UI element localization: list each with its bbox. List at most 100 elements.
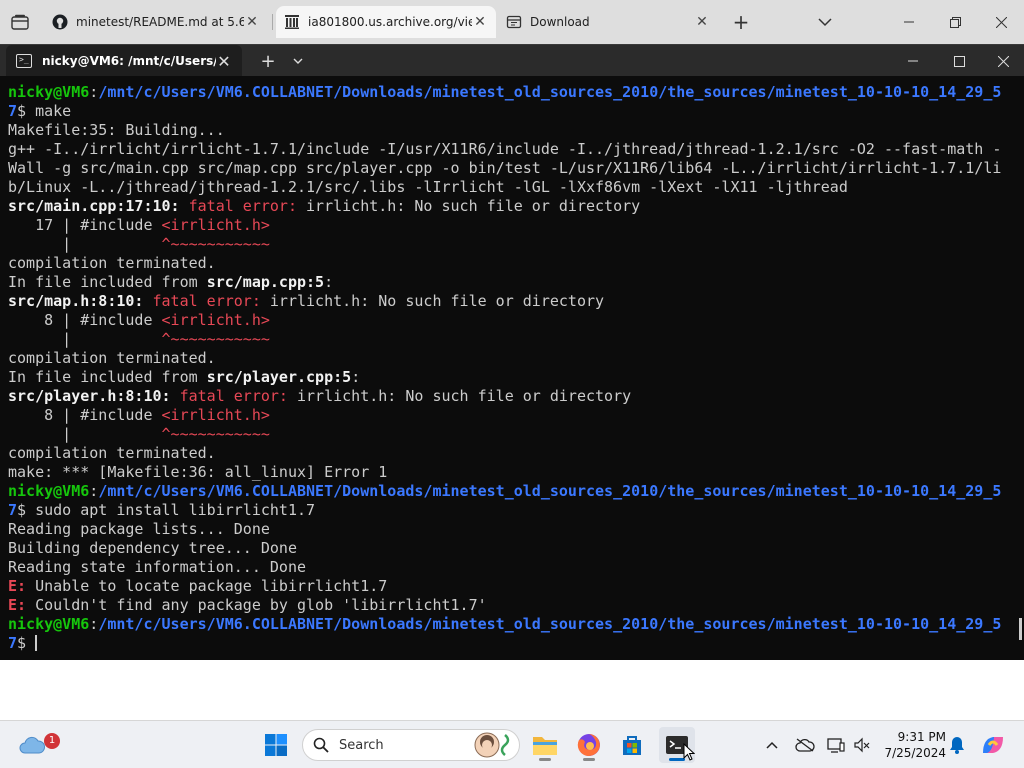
terminal-text-segment: Unable to locate package libirrlicht1.7	[35, 577, 388, 595]
firefox-button[interactable]	[571, 727, 607, 763]
download-page-icon	[506, 14, 522, 30]
terminal-tab-title: nicky@VM6: /mnt/c/Users/VM	[42, 54, 216, 68]
mouse-cursor-icon	[683, 743, 695, 761]
terminal-text-segment: src/main.cpp:17:10:	[8, 197, 189, 215]
close-icon	[995, 16, 1007, 28]
show-hidden-icons-button[interactable]	[760, 733, 784, 757]
close-icon[interactable]: ✕	[244, 14, 260, 30]
terminal-text-segment: ^~~~~~~~~~~~	[161, 330, 270, 348]
copilot-button[interactable]	[978, 730, 1008, 760]
close-icon[interactable]: ✕	[694, 14, 710, 30]
terminal-line: In file included from src/player.cpp:5:	[8, 368, 1008, 387]
network-status[interactable]	[824, 733, 848, 757]
terminal-line: | ^~~~~~~~~~~~	[8, 235, 1008, 254]
terminal-text-segment: ^~~~~~~~~~~~	[161, 425, 270, 443]
text-cursor	[35, 635, 38, 651]
chevron-down-icon	[293, 58, 303, 64]
terminal-text-segment: g++ -I../irrlicht/irrlicht-1.7.1/include…	[8, 140, 1002, 158]
terminal-line: compilation terminated.	[8, 349, 1008, 368]
terminal-text-segment: <irrlicht.h>	[161, 406, 270, 424]
terminal-text-segment: 7	[8, 102, 18, 120]
terminal-text-segment: irrlicht.h: No such file or directory	[306, 197, 641, 215]
terminal-text-segment: src/map.cpp:5	[206, 273, 325, 291]
terminal-text-segment: 7	[8, 634, 18, 652]
onedrive-status[interactable]	[793, 733, 817, 757]
terminal-text-segment: 8 | #include	[8, 406, 162, 424]
desktop-background	[0, 660, 1024, 720]
scrollbar-thumb[interactable]	[1019, 618, 1022, 640]
file-explorer-button[interactable]	[527, 727, 563, 763]
terminal-text-segment: nicky@VM6	[8, 83, 90, 101]
terminal-close-button[interactable]	[980, 45, 1024, 77]
taskbar: 1 Search 9:31 PM 7/25/2024	[0, 720, 1024, 768]
terminal-line: src/player.h:8:10: fatal error: irrlicht…	[8, 387, 1008, 406]
terminal-line: b/Linux -L../jthread/jthread-1.2.1/src/.…	[8, 178, 1008, 197]
terminal-maximize-button[interactable]	[936, 45, 982, 77]
terminal-text-segment: :	[89, 83, 99, 101]
microsoft-store-button[interactable]	[614, 727, 650, 763]
browser-tab-archive[interactable]: ia801800.us.archive.org/view_a ✕	[276, 6, 496, 38]
terminal-line: nicky@VM6:/mnt/c/Users/VM6.COLLABNET/Dow…	[8, 482, 1008, 501]
terminal-text-segment: nicky@VM6	[8, 482, 90, 500]
terminal-line: | ^~~~~~~~~~~~	[8, 425, 1008, 444]
taskbar-search-box[interactable]: Search	[302, 729, 520, 761]
terminal-button[interactable]	[659, 727, 695, 763]
terminal-tab[interactable]: >_ nicky@VM6: /mnt/c/Users/VM ✕	[6, 45, 242, 77]
terminal-text-segment: compilation terminated.	[8, 444, 216, 462]
widgets-button[interactable]: 1	[14, 727, 60, 763]
terminal-line: make: *** [Makefile:36: all_linux] Error…	[8, 463, 1008, 482]
terminal-line: Wall -g src/main.cpp src/map.cpp src/pla…	[8, 159, 1008, 178]
terminal-dropdown-button[interactable]	[284, 45, 312, 77]
terminal-text-segment: Reading package lists... Done	[8, 520, 270, 538]
terminal-text-segment: :	[324, 273, 334, 291]
running-indicator	[539, 758, 551, 761]
browser-tab-github[interactable]: minetest/README.md at 5.6.1 · ✕	[44, 6, 268, 38]
github-icon	[52, 14, 68, 30]
browser-minimize-button[interactable]	[886, 0, 932, 44]
terminal-text-segment: $ sudo apt install libirrlicht1.7	[17, 501, 316, 519]
tab-list-button[interactable]	[802, 0, 848, 44]
search-placeholder: Search	[339, 737, 384, 753]
copilot-icon	[983, 737, 1003, 753]
terminal-line: nicky@VM6:/mnt/c/Users/VM6.COLLABNET/Dow…	[8, 615, 1008, 634]
terminal-line: 8 | #include <irrlicht.h>	[8, 406, 1008, 425]
tab-separator	[272, 14, 273, 30]
bell-icon	[950, 737, 964, 754]
browser-tab-download[interactable]: Download ✕	[498, 6, 718, 38]
firefox-icon	[577, 734, 600, 756]
taskbar-clock[interactable]: 9:31 PM 7/25/2024	[866, 729, 946, 761]
terminal-minimize-button[interactable]	[890, 45, 936, 77]
new-tab-button[interactable]: +	[718, 0, 764, 44]
terminal-text-segment: |	[8, 330, 162, 348]
terminal-text-segment: :	[89, 615, 99, 633]
tab-actions-icon[interactable]	[8, 10, 32, 34]
notifications-button[interactable]	[945, 733, 969, 757]
terminal-text-segment: 7	[8, 501, 18, 519]
terminal-text-segment: src/player.cpp:5	[206, 368, 352, 386]
terminal-line: E: Unable to locate package libirrlicht1…	[8, 577, 1008, 596]
terminal-line: In file included from src/map.cpp:5:	[8, 273, 1008, 292]
terminal-output[interactable]: nicky@VM6:/mnt/c/Users/VM6.COLLABNET/Dow…	[0, 76, 1024, 660]
cloud-offline-icon	[795, 738, 815, 752]
terminal-text-segment: :	[89, 482, 99, 500]
close-icon[interactable]: ✕	[216, 52, 232, 71]
terminal-line: compilation terminated.	[8, 254, 1008, 273]
terminal-line: Building dependency tree... Done	[8, 539, 1008, 558]
terminal-text-segment: <irrlicht.h>	[161, 311, 270, 329]
terminal-titlebar: >_ nicky@VM6: /mnt/c/Users/VM ✕ +	[0, 44, 1024, 77]
close-icon[interactable]: ✕	[472, 14, 488, 30]
terminal-text-segment: src/player.h:8:10:	[8, 387, 180, 405]
terminal-line: Reading package lists... Done	[8, 520, 1008, 539]
terminal-lines: nicky@VM6:/mnt/c/Users/VM6.COLLABNET/Dow…	[8, 83, 1008, 653]
start-button[interactable]	[258, 727, 294, 763]
terminal-text-segment: src/map.h:8:10:	[8, 292, 153, 310]
browser-close-button[interactable]	[978, 0, 1024, 44]
terminal-new-tab-button[interactable]: +	[254, 45, 282, 77]
terminal-line: Reading state information... Done	[8, 558, 1008, 577]
terminal-text-segment: In file included from	[8, 368, 207, 386]
terminal-line: nicky@VM6:/mnt/c/Users/VM6.COLLABNET/Dow…	[8, 83, 1008, 102]
tab-title: ia801800.us.archive.org/view_a	[308, 15, 472, 29]
browser-restore-button[interactable]	[932, 0, 978, 44]
terminal-text-segment: irrlicht.h: No such file or directory	[269, 292, 605, 310]
terminal-text-segment: fatal error:	[152, 292, 270, 310]
